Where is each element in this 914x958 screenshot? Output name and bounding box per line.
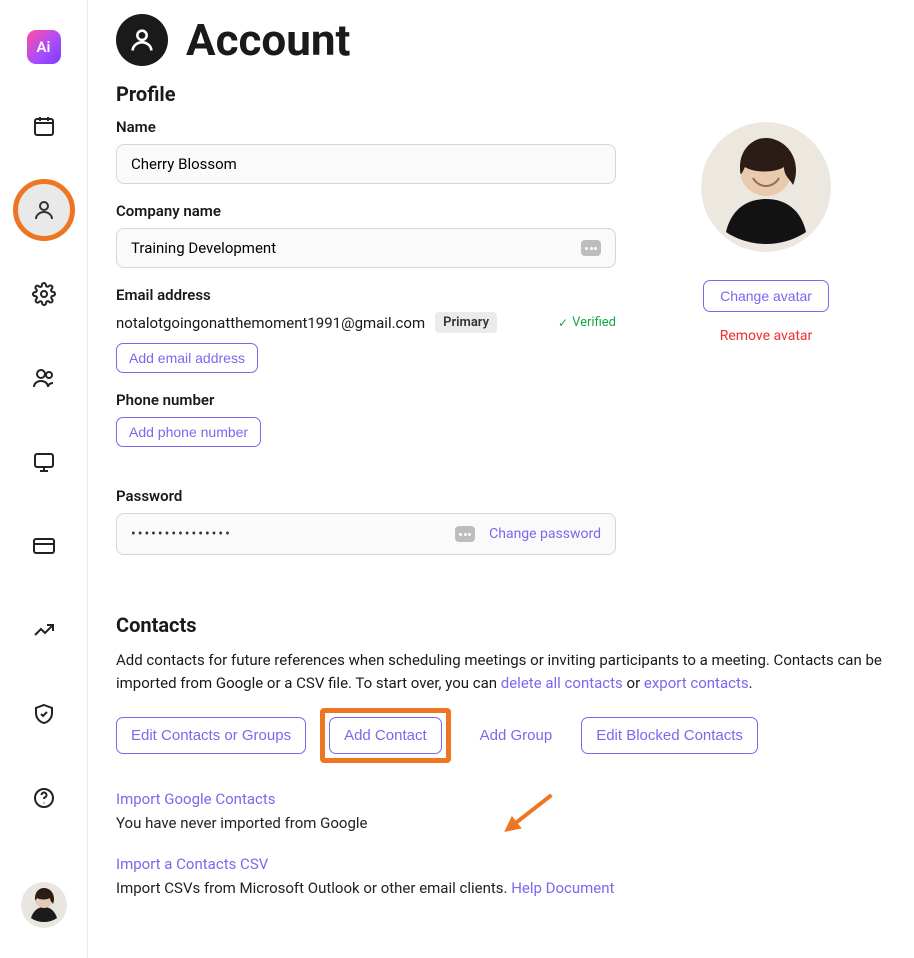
tutorial-highlight-box: Add Contact (320, 708, 451, 763)
person-icon (128, 26, 156, 54)
import-csv-desc: Import CSVs from Microsoft Outlook or ot… (116, 879, 886, 897)
trend-up-icon (32, 618, 56, 642)
add-phone-button[interactable]: Add phone number (116, 417, 261, 447)
add-contact-button[interactable]: Add Contact (329, 717, 442, 754)
contacts-heading: Contacts (116, 613, 886, 637)
page-header: Account (116, 14, 886, 66)
sidebar-user-avatar[interactable] (21, 882, 67, 928)
add-group-button[interactable]: Add Group (465, 717, 568, 754)
profile-avatar (701, 122, 831, 252)
person-icon (32, 198, 56, 222)
company-label: Company name (116, 202, 616, 220)
people-icon (32, 366, 56, 390)
import-csv-text: Import CSVs from Microsoft Outlook or ot… (116, 879, 511, 897)
app-logo-text: Ai (37, 38, 51, 56)
sidebar-item-account[interactable] (16, 182, 72, 238)
profile-heading: Profile (116, 82, 616, 106)
contacts-section: Contacts Add contacts for future referen… (116, 613, 886, 897)
avatar-image-icon (21, 882, 67, 928)
add-email-button[interactable]: Add email address (116, 343, 258, 373)
name-input[interactable] (131, 155, 601, 173)
remove-avatar-link[interactable]: Remove avatar (720, 328, 813, 344)
import-csv-block: Import a Contacts CSV Import CSVs from M… (116, 854, 886, 897)
shield-icon (32, 702, 56, 726)
email-verified-badge: Verified (558, 315, 616, 330)
sidebar-item-help[interactable] (16, 770, 72, 826)
password-row: ••••••••••••••• Change password (116, 513, 616, 555)
gear-icon (32, 282, 56, 306)
export-contacts-link[interactable]: export contacts (644, 674, 749, 692)
change-password-link[interactable]: Change password (489, 526, 601, 542)
contacts-desc-text: Add contacts for future references when … (116, 651, 882, 692)
password-label: Password (116, 487, 616, 505)
sidebar-item-people[interactable] (16, 350, 72, 406)
email-value: notalotgoingonatthemoment1991@gmail.com (116, 314, 425, 332)
company-more-icon[interactable] (581, 240, 601, 256)
app-logo[interactable]: Ai (27, 30, 61, 64)
main-content: Account Profile Name Company name (88, 0, 914, 958)
sidebar-item-calendar[interactable] (16, 98, 72, 154)
company-input[interactable] (131, 239, 581, 257)
name-label: Name (116, 118, 616, 136)
sidebar-item-security[interactable] (16, 686, 72, 742)
contacts-or-text: or (627, 674, 644, 692)
delete-all-contacts-link[interactable]: delete all contacts (501, 674, 623, 692)
sidebar: Ai (0, 0, 88, 958)
import-csv-link[interactable]: Import a Contacts CSV (116, 855, 268, 873)
help-document-link[interactable]: Help Document (511, 879, 614, 897)
page-title-icon-wrap (116, 14, 168, 66)
calendar-icon (32, 114, 56, 138)
sidebar-item-billing[interactable] (16, 518, 72, 574)
import-google-contacts-link[interactable]: Import Google Contacts (116, 790, 276, 808)
help-circle-icon (32, 786, 56, 810)
sidebar-item-growth[interactable] (16, 602, 72, 658)
edit-contacts-groups-button[interactable]: Edit Contacts or Groups (116, 717, 306, 754)
sidebar-item-settings[interactable] (16, 266, 72, 322)
sidebar-item-display[interactable] (16, 434, 72, 490)
sidebar-nav (16, 98, 72, 826)
company-input-wrap[interactable] (116, 228, 616, 268)
contacts-period: . (749, 674, 753, 692)
change-avatar-button[interactable]: Change avatar (703, 280, 829, 312)
email-label: Email address (116, 286, 616, 304)
contacts-description: Add contacts for future references when … (116, 649, 886, 694)
password-more-icon[interactable] (455, 526, 475, 542)
password-masked: ••••••••••••••• (131, 526, 441, 542)
contacts-buttons-row: Edit Contacts or Groups Add Contact Add … (116, 708, 886, 763)
phone-label: Phone number (116, 391, 616, 409)
credit-card-icon (32, 534, 56, 558)
avatar-image-icon (701, 122, 831, 252)
email-primary-badge: Primary (435, 312, 497, 333)
email-row: notalotgoingonatthemoment1991@gmail.com … (116, 312, 616, 333)
monitor-icon (32, 450, 56, 474)
edit-blocked-contacts-button[interactable]: Edit Blocked Contacts (581, 717, 758, 754)
page-title: Account (186, 14, 350, 66)
name-input-wrap[interactable] (116, 144, 616, 184)
